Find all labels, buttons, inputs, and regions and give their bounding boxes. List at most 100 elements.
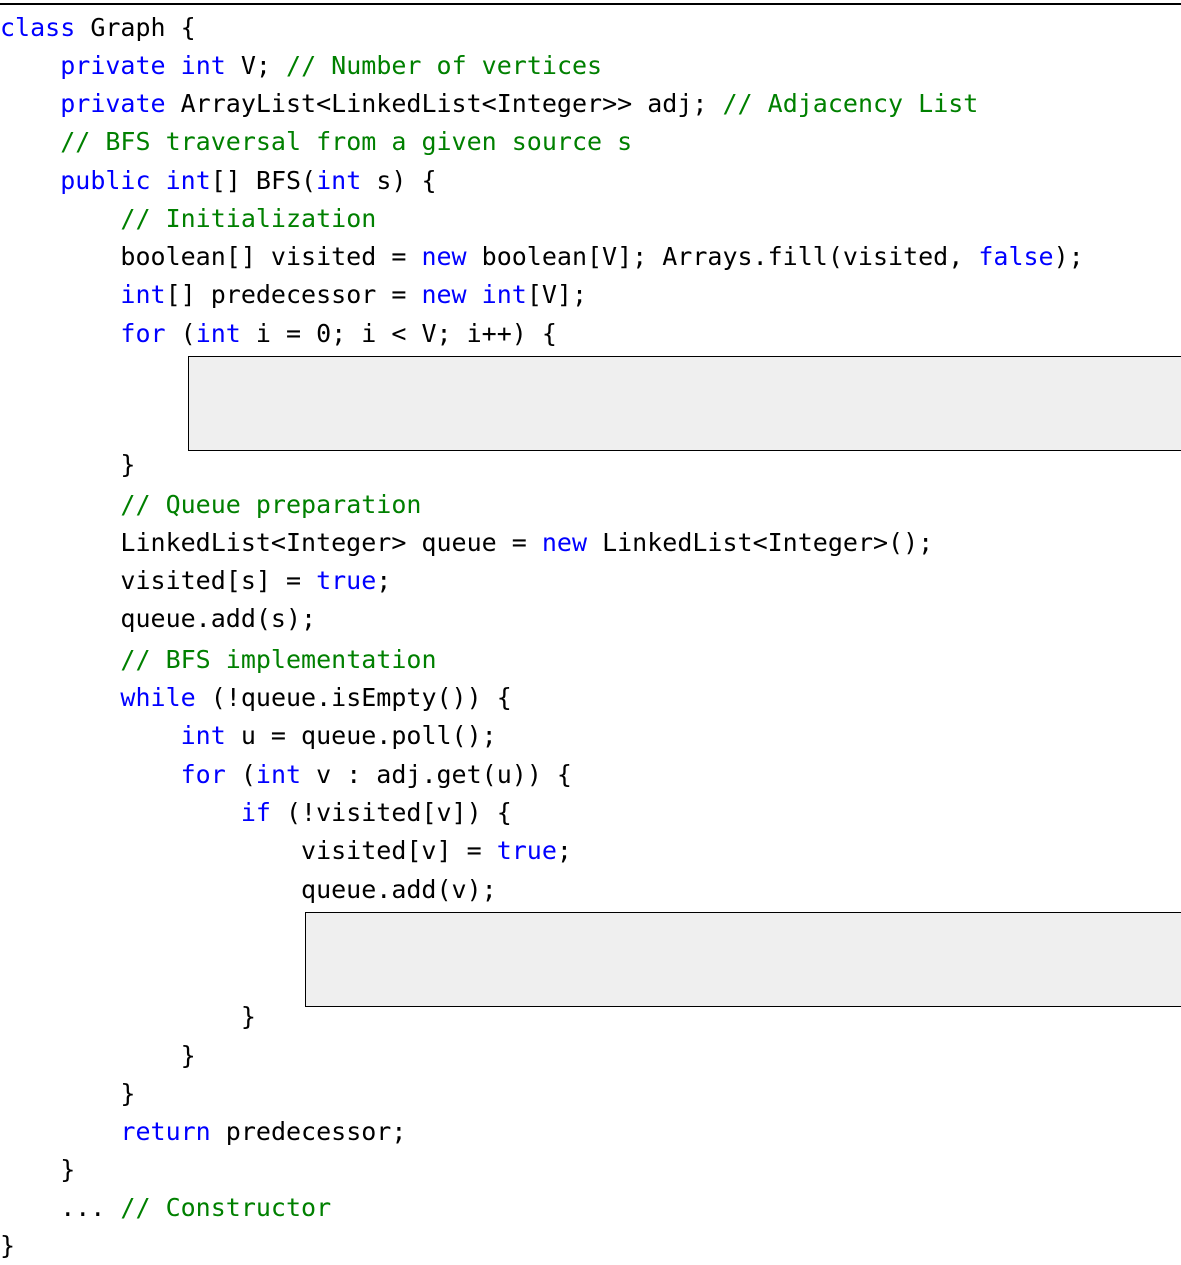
code-text: [] predecessor =: [165, 280, 422, 309]
code-keyword: private: [60, 51, 166, 80]
code-text: LinkedList<Integer> queue =: [0, 528, 542, 557]
code-keyword: return: [120, 1117, 211, 1146]
code-text: u = queue.poll();: [225, 721, 497, 750]
answer-blank-initialization[interactable]: [188, 356, 1181, 451]
code-text: }: [0, 1079, 136, 1108]
code-keyword: true: [316, 566, 377, 595]
top-rule: [0, 3, 1181, 5]
code-comment: // Initialization: [120, 204, 377, 233]
code-comment: // Queue preparation: [120, 490, 422, 519]
code-keyword: public: [60, 166, 151, 195]
code-text: visited[v] =: [0, 836, 497, 865]
code-text: ArrayList<LinkedList<Integer>> adj;: [165, 89, 723, 118]
code-text: i = 0; i < V; i++) {: [240, 319, 557, 348]
code-keyword: int: [481, 280, 527, 309]
code-line: }: [0, 446, 135, 484]
code-keyword: private: [60, 89, 166, 118]
code-text: ;: [376, 566, 392, 595]
code-keyword: for: [120, 319, 166, 348]
code-line: class Graph {: [0, 9, 196, 47]
code-line: while (!queue.isEmpty()) {: [0, 679, 512, 717]
code-line: private int V; // Number of vertices: [0, 47, 602, 85]
answer-blank-bfs-loop[interactable]: [305, 912, 1181, 1007]
code-line: return predecessor;: [0, 1113, 406, 1151]
code-keyword: false: [978, 242, 1054, 271]
code-text: s) {: [361, 166, 437, 195]
code-line: for (int v : adj.get(u)) {: [0, 756, 572, 794]
code-line: }: [0, 1037, 196, 1075]
code-text: queue.add(v);: [0, 875, 497, 904]
code-keyword: int: [195, 319, 241, 348]
code-line: // BFS implementation: [0, 641, 437, 679]
code-keyword: if: [240, 798, 271, 827]
code-line: queue.add(v);: [0, 871, 497, 909]
code-text: }: [0, 1155, 76, 1184]
code-text: boolean[V]; Arrays.fill(visited,: [466, 242, 979, 271]
code-text: V;: [225, 51, 287, 80]
code-line: LinkedList<Integer> queue = new LinkedLi…: [0, 524, 933, 562]
code-comment: // Number of vertices: [286, 51, 603, 80]
code-comment: // BFS traversal from a given source s: [60, 127, 633, 156]
code-line: for (int i = 0; i < V; i++) {: [0, 315, 557, 353]
code-line: // Initialization: [0, 200, 376, 238]
code-line: int u = queue.poll();: [0, 717, 497, 755]
code-line: }: [0, 998, 256, 1036]
code-line: // Queue preparation: [0, 486, 421, 524]
code-keyword: int: [120, 280, 166, 309]
code-text: ...: [0, 1193, 121, 1222]
code-text: queue.add(s);: [0, 604, 317, 633]
code-text: [V];: [526, 280, 588, 309]
code-text: predecessor;: [210, 1117, 407, 1146]
code-line: queue.add(s);: [0, 600, 316, 638]
code-text: (!queue.isEmpty()) {: [195, 683, 512, 712]
code-text: ;: [556, 836, 572, 865]
code-line: // BFS traversal from a given source s: [0, 123, 632, 161]
code-line: private ArrayList<LinkedList<Integer>> a…: [0, 85, 978, 123]
code-keyword: int: [180, 51, 226, 80]
code-keyword: int: [316, 166, 362, 195]
code-comment: // Constructor: [120, 1193, 332, 1222]
code-keyword: for: [180, 760, 226, 789]
code-comment: // Adjacency List: [722, 89, 979, 118]
code-keyword: while: [120, 683, 196, 712]
code-text: }: [0, 1041, 196, 1070]
code-comment: // BFS implementation: [120, 645, 437, 674]
code-text: visited[s] =: [0, 566, 317, 595]
code-line: }: [0, 1151, 75, 1189]
code-keyword: int: [165, 166, 211, 195]
code-text: (: [165, 319, 196, 348]
code-text: [] BFS(: [210, 166, 317, 195]
code-line: ... // Constructor: [0, 1189, 331, 1227]
code-text: );: [1053, 242, 1084, 271]
code-text: (!visited[v]) {: [270, 798, 512, 827]
code-keyword: int: [255, 760, 302, 789]
code-line: public int[] BFS(int s) {: [0, 162, 437, 200]
code-text: v : adj.get(u)) {: [301, 760, 572, 789]
code-text: (: [225, 760, 256, 789]
code-text: Graph {: [75, 13, 196, 42]
code-keyword: new: [541, 528, 588, 557]
code-line: if (!visited[v]) {: [0, 794, 512, 832]
code-line: int[] predecessor = new int[V];: [0, 276, 587, 314]
code-line: boolean[] visited = new boolean[V]; Arra…: [0, 238, 1084, 276]
code-line: visited[s] = true;: [0, 562, 391, 600]
code-keyword: new: [421, 242, 467, 271]
code-keyword: new: [421, 280, 467, 309]
